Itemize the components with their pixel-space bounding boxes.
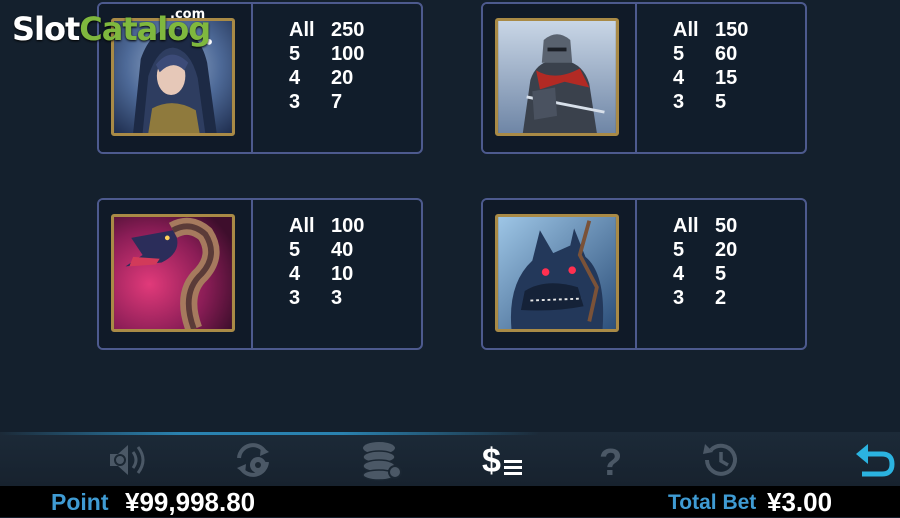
match-count: All xyxy=(673,19,699,41)
autoplay-settings-button[interactable] xyxy=(231,438,275,482)
payout-value: 3 xyxy=(331,287,343,309)
watermark-dotcom-text: .com xyxy=(170,7,206,22)
payout-row: 4 15 xyxy=(673,66,748,90)
payout-value: 40 xyxy=(331,239,354,261)
payout-value: 5 xyxy=(715,263,727,285)
payout-value: 50 xyxy=(715,215,738,237)
bottom-toolbar: $ ? xyxy=(0,432,900,486)
payout-value: 10 xyxy=(331,263,354,285)
match-count: 4 xyxy=(673,67,685,89)
match-count: 3 xyxy=(289,287,301,309)
match-count: 5 xyxy=(673,43,685,65)
payout-value: 2 xyxy=(715,287,727,309)
payout-row: 32 xyxy=(673,286,737,310)
payout-value: 20 xyxy=(715,239,738,261)
paytable-card-werewolf: All 50 5 20 45 32 xyxy=(481,198,807,350)
sound-settings-icon xyxy=(110,445,145,475)
paytable-icon: $ xyxy=(482,442,522,480)
watermark-slot-text: Slot xyxy=(12,10,80,48)
total-bet-value: ¥3.00 xyxy=(767,487,833,517)
balance-status-bar: Point ¥99,998.80 Total Bet ¥3.00 xyxy=(0,486,900,517)
match-count: 5 xyxy=(289,239,301,261)
paytable-card-knight: All 150 5 60 4 15 35 xyxy=(481,2,807,154)
payout-row: 45 xyxy=(673,262,737,286)
knight-symbol-icon xyxy=(495,18,619,136)
payout-row: All 50 xyxy=(673,214,737,238)
payout-value: 15 xyxy=(715,67,738,89)
toolbar-glow-divider xyxy=(0,432,900,435)
payout-row: 5 20 xyxy=(673,238,737,262)
payout-table: All 250 5 100 4 20 37 xyxy=(289,18,364,114)
payout-value: 250 xyxy=(331,19,365,41)
payout-row: 37 xyxy=(289,90,364,114)
match-count: All xyxy=(289,215,315,237)
payout-value: 60 xyxy=(715,43,738,65)
paytable-card-serpent: All 100 5 40 4 10 33 xyxy=(97,198,423,350)
symbol-box xyxy=(99,200,253,348)
werewolf-symbol-icon xyxy=(495,214,619,332)
payout-table: All 150 5 60 4 15 35 xyxy=(673,18,748,114)
svg-text:?: ? xyxy=(599,442,622,482)
serpent-symbol-icon xyxy=(111,214,235,332)
payout-value: 100 xyxy=(331,215,365,237)
match-count: 3 xyxy=(673,287,685,309)
slotcatalog-watermark: SlotCatalog .com xyxy=(12,7,211,48)
help-button[interactable]: ? xyxy=(590,438,634,482)
payout-table: All 100 5 40 4 10 33 xyxy=(289,214,364,310)
back-icon xyxy=(856,444,895,477)
symbol-box xyxy=(483,200,637,348)
payout-row: 33 xyxy=(289,286,364,310)
payout-value: 20 xyxy=(331,67,354,89)
match-count: 4 xyxy=(289,263,301,285)
payout-table: All 50 5 20 45 32 xyxy=(673,214,737,310)
payout-value: 7 xyxy=(331,91,343,113)
sound-settings-button[interactable] xyxy=(106,438,150,482)
match-count: All xyxy=(289,19,315,41)
point-label: Point xyxy=(51,489,109,515)
chips-settings-button[interactable] xyxy=(359,438,403,482)
payout-row: 5 40 xyxy=(289,238,364,262)
help-icon: ? xyxy=(599,442,622,482)
match-count: 4 xyxy=(673,263,685,285)
payout-row: 5 100 xyxy=(289,42,364,66)
svg-text:$: $ xyxy=(482,442,501,480)
history-icon xyxy=(703,443,737,476)
match-count: 5 xyxy=(289,43,301,65)
payout-row: All 250 xyxy=(289,18,364,42)
match-count: 3 xyxy=(673,91,685,113)
match-count: All xyxy=(673,215,699,237)
point-balance-value: ¥99,998.80 xyxy=(125,487,256,517)
payout-value: 100 xyxy=(331,43,365,65)
match-count: 4 xyxy=(289,67,301,89)
history-button[interactable] xyxy=(699,438,743,482)
payout-value: 150 xyxy=(715,19,749,41)
back-button[interactable] xyxy=(852,438,896,482)
payout-row: 35 xyxy=(673,90,748,114)
symbol-box xyxy=(483,4,637,152)
chips-settings-icon xyxy=(362,442,402,481)
payout-row: 4 10 xyxy=(289,262,364,286)
payout-row: All 150 xyxy=(673,18,748,42)
paytable-button[interactable]: $ xyxy=(482,438,526,482)
payout-value: 5 xyxy=(715,91,727,113)
payout-row: 4 20 xyxy=(289,66,364,90)
match-count: 3 xyxy=(289,91,301,113)
autoplay-settings-icon xyxy=(237,443,269,477)
match-count: 5 xyxy=(673,239,685,261)
total-bet-label: Total Bet xyxy=(668,491,757,514)
payout-row: All 100 xyxy=(289,214,364,238)
payout-row: 5 60 xyxy=(673,42,748,66)
